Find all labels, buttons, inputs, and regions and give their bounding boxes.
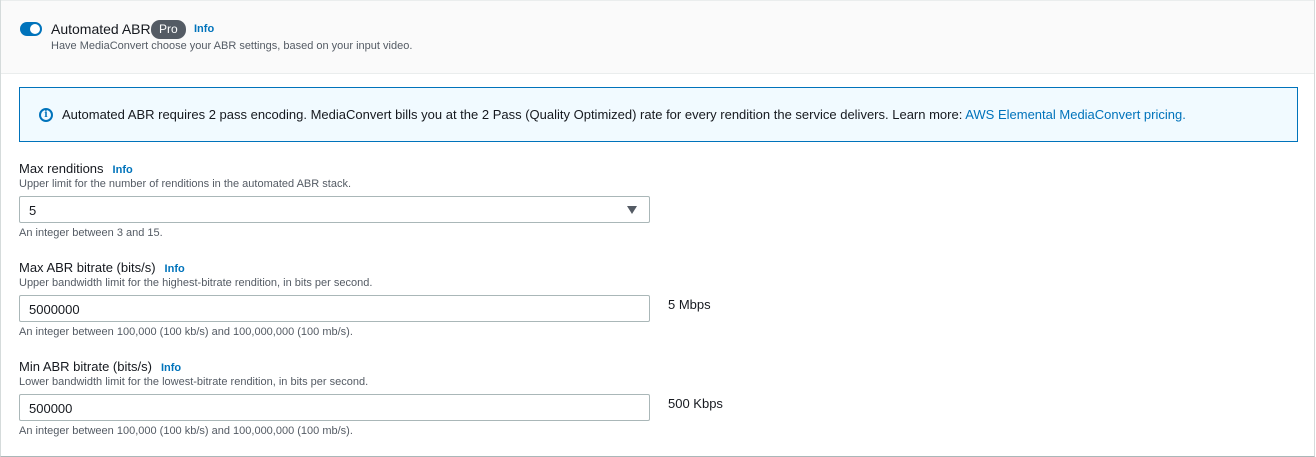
info-link[interactable]: Info (161, 362, 181, 374)
max-bitrate-constraint: An integer between 100,000 (100 kb/s) an… (19, 326, 353, 338)
min-bitrate-description: Lower bandwidth limit for the lowest-bit… (19, 376, 369, 388)
pro-badge: Pro (151, 20, 186, 39)
min-bitrate-label: Min ABR bitrate (bits/s) (19, 359, 152, 374)
info-link[interactable]: Info (165, 263, 185, 275)
selected-value: 5 (29, 203, 37, 218)
max-renditions-constraint: An integer between 3 and 15. (19, 227, 163, 239)
caret-down-icon (627, 206, 637, 214)
info-link[interactable]: Info (194, 23, 214, 35)
alert-text: Automated ABR requires 2 pass encoding. … (62, 107, 966, 122)
min-bitrate-input[interactable]: 500000 (19, 394, 650, 421)
max-renditions-description: Upper limit for the number of renditions… (19, 178, 351, 190)
toggle-description: Have MediaConvert choose your ABR settin… (51, 40, 413, 52)
max-bitrate-description: Upper bandwidth limit for the highest-bi… (19, 277, 373, 289)
info-alert: i Automated ABR requires 2 pass encoding… (19, 87, 1298, 142)
info-link[interactable]: Info (113, 164, 133, 176)
max-renditions-select[interactable]: 5 (19, 196, 650, 223)
max-bitrate-input[interactable]: 5000000 (19, 295, 650, 322)
toggle-label: Automated ABR (51, 21, 151, 37)
max-bitrate-label: Max ABR bitrate (bits/s) (19, 260, 156, 275)
min-bitrate-constraint: An integer between 100,000 (100 kb/s) an… (19, 425, 353, 437)
automated-abr-section: Automated ABR Pro Info Have MediaConvert… (1, 0, 1314, 74)
max-renditions-label: Max renditions (19, 161, 104, 176)
max-bitrate-readable: 5 Mbps (668, 297, 711, 312)
min-bitrate-readable: 500 Kbps (668, 396, 723, 411)
automated-abr-toggle[interactable] (20, 22, 42, 36)
pricing-link[interactable]: AWS Elemental MediaConvert pricing. (965, 107, 1186, 122)
info-circle-icon: i (39, 108, 53, 122)
